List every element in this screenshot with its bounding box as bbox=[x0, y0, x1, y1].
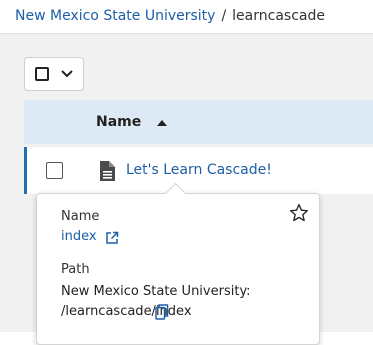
breadcrumb-site-link[interactable]: New Mexico State University bbox=[15, 8, 215, 24]
popover-name-label: Name bbox=[61, 209, 100, 224]
breadcrumb-separator: / bbox=[221, 8, 227, 24]
document-icon bbox=[100, 161, 115, 181]
popover-name-link[interactable]: index bbox=[61, 229, 97, 245]
external-link-icon[interactable] bbox=[105, 231, 119, 245]
copy-icon[interactable] bbox=[155, 304, 169, 320]
row-checkbox[interactable] bbox=[46, 162, 63, 179]
table-header-row: Name bbox=[24, 100, 373, 144]
column-header-name[interactable]: Name bbox=[96, 113, 141, 131]
breadcrumb-current: learncascade bbox=[232, 8, 325, 24]
select-all-checkbox-icon bbox=[35, 67, 49, 81]
chevron-down-icon bbox=[61, 70, 73, 78]
row-selected-indicator bbox=[24, 147, 27, 194]
star-icon[interactable] bbox=[289, 203, 309, 223]
table-row[interactable]: Let's Learn Cascade! bbox=[24, 147, 373, 194]
asset-info-popover: Name index Path New Mexico State Univers… bbox=[36, 182, 320, 345]
sort-ascending-icon[interactable] bbox=[157, 120, 167, 126]
popover-path-label: Path bbox=[61, 262, 90, 277]
breadcrumb: New Mexico State University / learncascade bbox=[15, 6, 325, 26]
popover-path-value: New Mexico State University: /learncasca… bbox=[61, 284, 251, 319]
row-title-link[interactable]: Let's Learn Cascade! bbox=[126, 161, 272, 179]
bulk-select-dropdown-button[interactable] bbox=[24, 57, 84, 91]
